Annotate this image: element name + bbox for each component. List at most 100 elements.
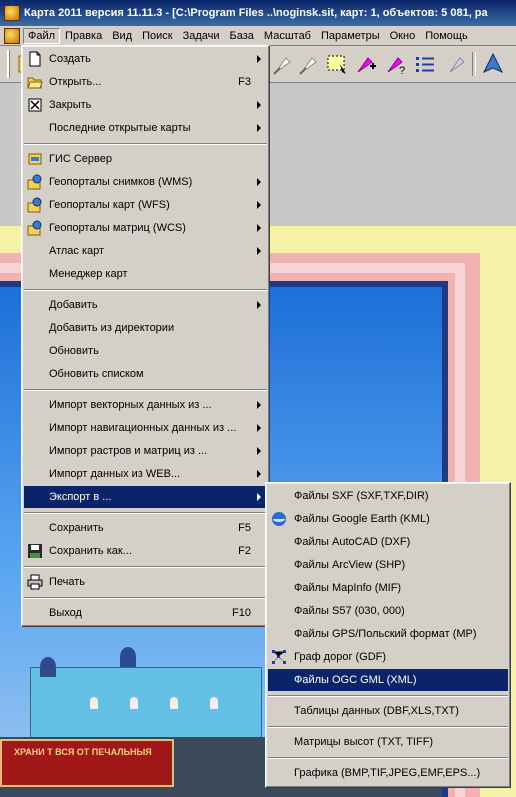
- menu-search[interactable]: Поиск: [137, 28, 177, 44]
- export-item-gdf[interactable]: Граф дорог (GDF): [268, 646, 508, 668]
- svg-text:?: ?: [399, 65, 405, 77]
- file-menu-item-export[interactable]: Экспорт в ...: [24, 486, 267, 508]
- menu-tasks[interactable]: Задачи: [178, 28, 225, 44]
- menu-view[interactable]: Вид: [107, 28, 137, 44]
- add-point-icon[interactable]: [352, 50, 378, 78]
- menu-edit[interactable]: Правка: [60, 28, 107, 44]
- menu-item-label: Сохранить как...: [49, 545, 132, 557]
- list-icon[interactable]: [412, 50, 438, 78]
- menu-database[interactable]: База: [225, 28, 259, 44]
- export-item-s57[interactable]: Файлы S57 (030, 000): [268, 600, 508, 622]
- query-point-icon[interactable]: ?: [382, 50, 408, 78]
- menu-separator: [24, 289, 267, 291]
- menu-item-label: Геопорталы снимков (WMS): [49, 176, 193, 188]
- menu-item-shortcut: F2: [238, 545, 251, 557]
- navigator-icon[interactable]: [480, 50, 506, 78]
- menu-item-label: Обновить: [49, 345, 99, 357]
- file-menu-item-open[interactable]: Открыть... F3: [24, 71, 267, 93]
- file-menu-item-save[interactable]: Сохранить F5: [24, 517, 267, 539]
- menu-item-label: Файлы OGC GML (XML): [294, 674, 417, 686]
- select-object-icon[interactable]: [296, 50, 322, 78]
- export-item-graphics[interactable]: Графика (BMP,TIF,JPEG,EMF,EPS...): [268, 762, 508, 784]
- menu-item-label: Обновить списком: [49, 368, 144, 380]
- export-item-mp[interactable]: Файлы GPS/Польский формат (MP): [268, 623, 508, 645]
- file-menu-item-recent[interactable]: Последние открытые карты: [24, 117, 267, 139]
- file-menu-item-add[interactable]: Добавить: [24, 294, 267, 316]
- submenu-arrow-icon: [257, 224, 261, 232]
- file-menu-item-atlas[interactable]: Атлас карт: [24, 240, 267, 262]
- file-menu-item-refresh-list[interactable]: Обновить списком: [24, 363, 267, 385]
- menu-item-label: Последние открытые карты: [49, 122, 191, 134]
- pointer-icon[interactable]: [444, 50, 470, 78]
- menu-item-label: Графика (BMP,TIF,JPEG,EMF,EPS...): [294, 767, 481, 779]
- menu-item-label: Геопорталы карт (WFS): [49, 199, 170, 211]
- window-title: Карта 2011 версия 11.11.3 - [C:\Program …: [24, 7, 488, 19]
- file-menu-item-print[interactable]: Печать: [24, 571, 267, 593]
- title-bar: Карта 2011 версия 11.11.3 - [C:\Program …: [0, 0, 516, 26]
- file-menu-item-exit[interactable]: Выход F10: [24, 602, 267, 624]
- export-item-mif[interactable]: Файлы MapInfo (MIF): [268, 577, 508, 599]
- file-menu-item-import-raster[interactable]: Импорт растров и матриц из ...: [24, 440, 267, 462]
- menu-separator: [24, 597, 267, 599]
- submenu-arrow-icon: [257, 301, 261, 309]
- menu-item-label: Импорт навигационных данных из ...: [49, 422, 237, 434]
- select-frame-icon[interactable]: [324, 50, 350, 78]
- file-menu-item-close[interactable]: Закрыть: [24, 94, 267, 116]
- file-menu-item-map-manager[interactable]: Менеджер карт: [24, 263, 267, 285]
- file-menu-item-import-web[interactable]: Импорт данных из WEB...: [24, 463, 267, 485]
- export-item-tables[interactable]: Таблицы данных (DBF,XLS,TXT): [268, 700, 508, 722]
- menu-file[interactable]: Файл: [23, 27, 61, 44]
- menu-item-label: Файлы SXF (SXF,TXF,DIR): [294, 490, 429, 502]
- geoportal-icon: [27, 197, 43, 213]
- export-item-heights[interactable]: Матрицы высот (TXT, TIFF): [268, 731, 508, 753]
- menu-item-shortcut: F5: [238, 522, 251, 534]
- menu-separator: [24, 512, 267, 514]
- menu-separator: [24, 566, 267, 568]
- open-folder-icon: [27, 74, 43, 90]
- menu-separator: [24, 143, 267, 145]
- submenu-arrow-icon: [257, 178, 261, 186]
- export-submenu: Файлы SXF (SXF,TXF,DIR) Файлы Google Ear…: [265, 482, 511, 788]
- toolbar-separator: [472, 52, 476, 76]
- file-menu-item-gis-server[interactable]: ГИС Сервер: [24, 148, 267, 170]
- menu-item-label: ГИС Сервер: [49, 153, 112, 165]
- menu-item-label: Сохранить: [49, 522, 104, 534]
- church-window: [210, 697, 218, 709]
- menu-item-label: Файлы MapInfo (MIF): [294, 582, 402, 594]
- submenu-arrow-icon: [257, 493, 261, 501]
- file-menu-item-save-as[interactable]: Сохранить как... F2: [24, 540, 267, 562]
- file-menu-item-wms[interactable]: Геопорталы снимков (WMS): [24, 171, 267, 193]
- menu-item-label: Таблицы данных (DBF,XLS,TXT): [294, 705, 459, 717]
- menu-window[interactable]: Окно: [385, 28, 421, 44]
- menu-help[interactable]: Помощь: [420, 28, 473, 44]
- file-menu-item-wcs[interactable]: Геопорталы матриц (WCS): [24, 217, 267, 239]
- church-window: [130, 697, 138, 709]
- menu-item-label: Файлы GPS/Польский формат (MP): [294, 628, 477, 640]
- export-item-dxf[interactable]: Файлы AutoCAD (DXF): [268, 531, 508, 553]
- file-menu-item-create[interactable]: Создать: [24, 48, 267, 70]
- file-menu-item-import-nav[interactable]: Импорт навигационных данных из ...: [24, 417, 267, 439]
- menu-item-shortcut: F10: [232, 607, 251, 619]
- select-arrow-icon[interactable]: [270, 50, 296, 78]
- menu-parameters[interactable]: Параметры: [316, 28, 385, 44]
- menu-item-label: Файлы AutoCAD (DXF): [294, 536, 411, 548]
- document-system-icon[interactable]: [4, 27, 20, 44]
- photo-banner: ХРАНИ Т ВСЯ ОТ ПЕЧАЛЬНЫЯ: [0, 739, 174, 787]
- menu-item-label: Добавить из директории: [49, 322, 175, 334]
- file-menu-item-import-vector[interactable]: Импорт векторных данных из ...: [24, 394, 267, 416]
- export-item-gml[interactable]: Файлы OGC GML (XML): [268, 669, 508, 691]
- menu-item-label: Закрыть: [49, 99, 92, 111]
- file-menu-item-refresh[interactable]: Обновить: [24, 340, 267, 362]
- export-item-kml[interactable]: Файлы Google Earth (KML): [268, 508, 508, 530]
- export-item-sxf[interactable]: Файлы SXF (SXF,TXF,DIR): [268, 485, 508, 507]
- menu-scale[interactable]: Масштаб: [259, 28, 316, 44]
- menu-separator: [24, 389, 267, 391]
- file-menu-item-wfs[interactable]: Геопорталы карт (WFS): [24, 194, 267, 216]
- submenu-arrow-icon: [257, 101, 261, 109]
- submenu-arrow-icon: [257, 247, 261, 255]
- export-item-shp[interactable]: Файлы ArcView (SHP): [268, 554, 508, 576]
- menu-item-label: Геопорталы матриц (WCS): [49, 222, 186, 234]
- file-menu-item-add-from-dir[interactable]: Добавить из директории: [24, 317, 267, 339]
- menu-item-label: Печать: [49, 576, 86, 588]
- geoportal-icon: [27, 220, 43, 236]
